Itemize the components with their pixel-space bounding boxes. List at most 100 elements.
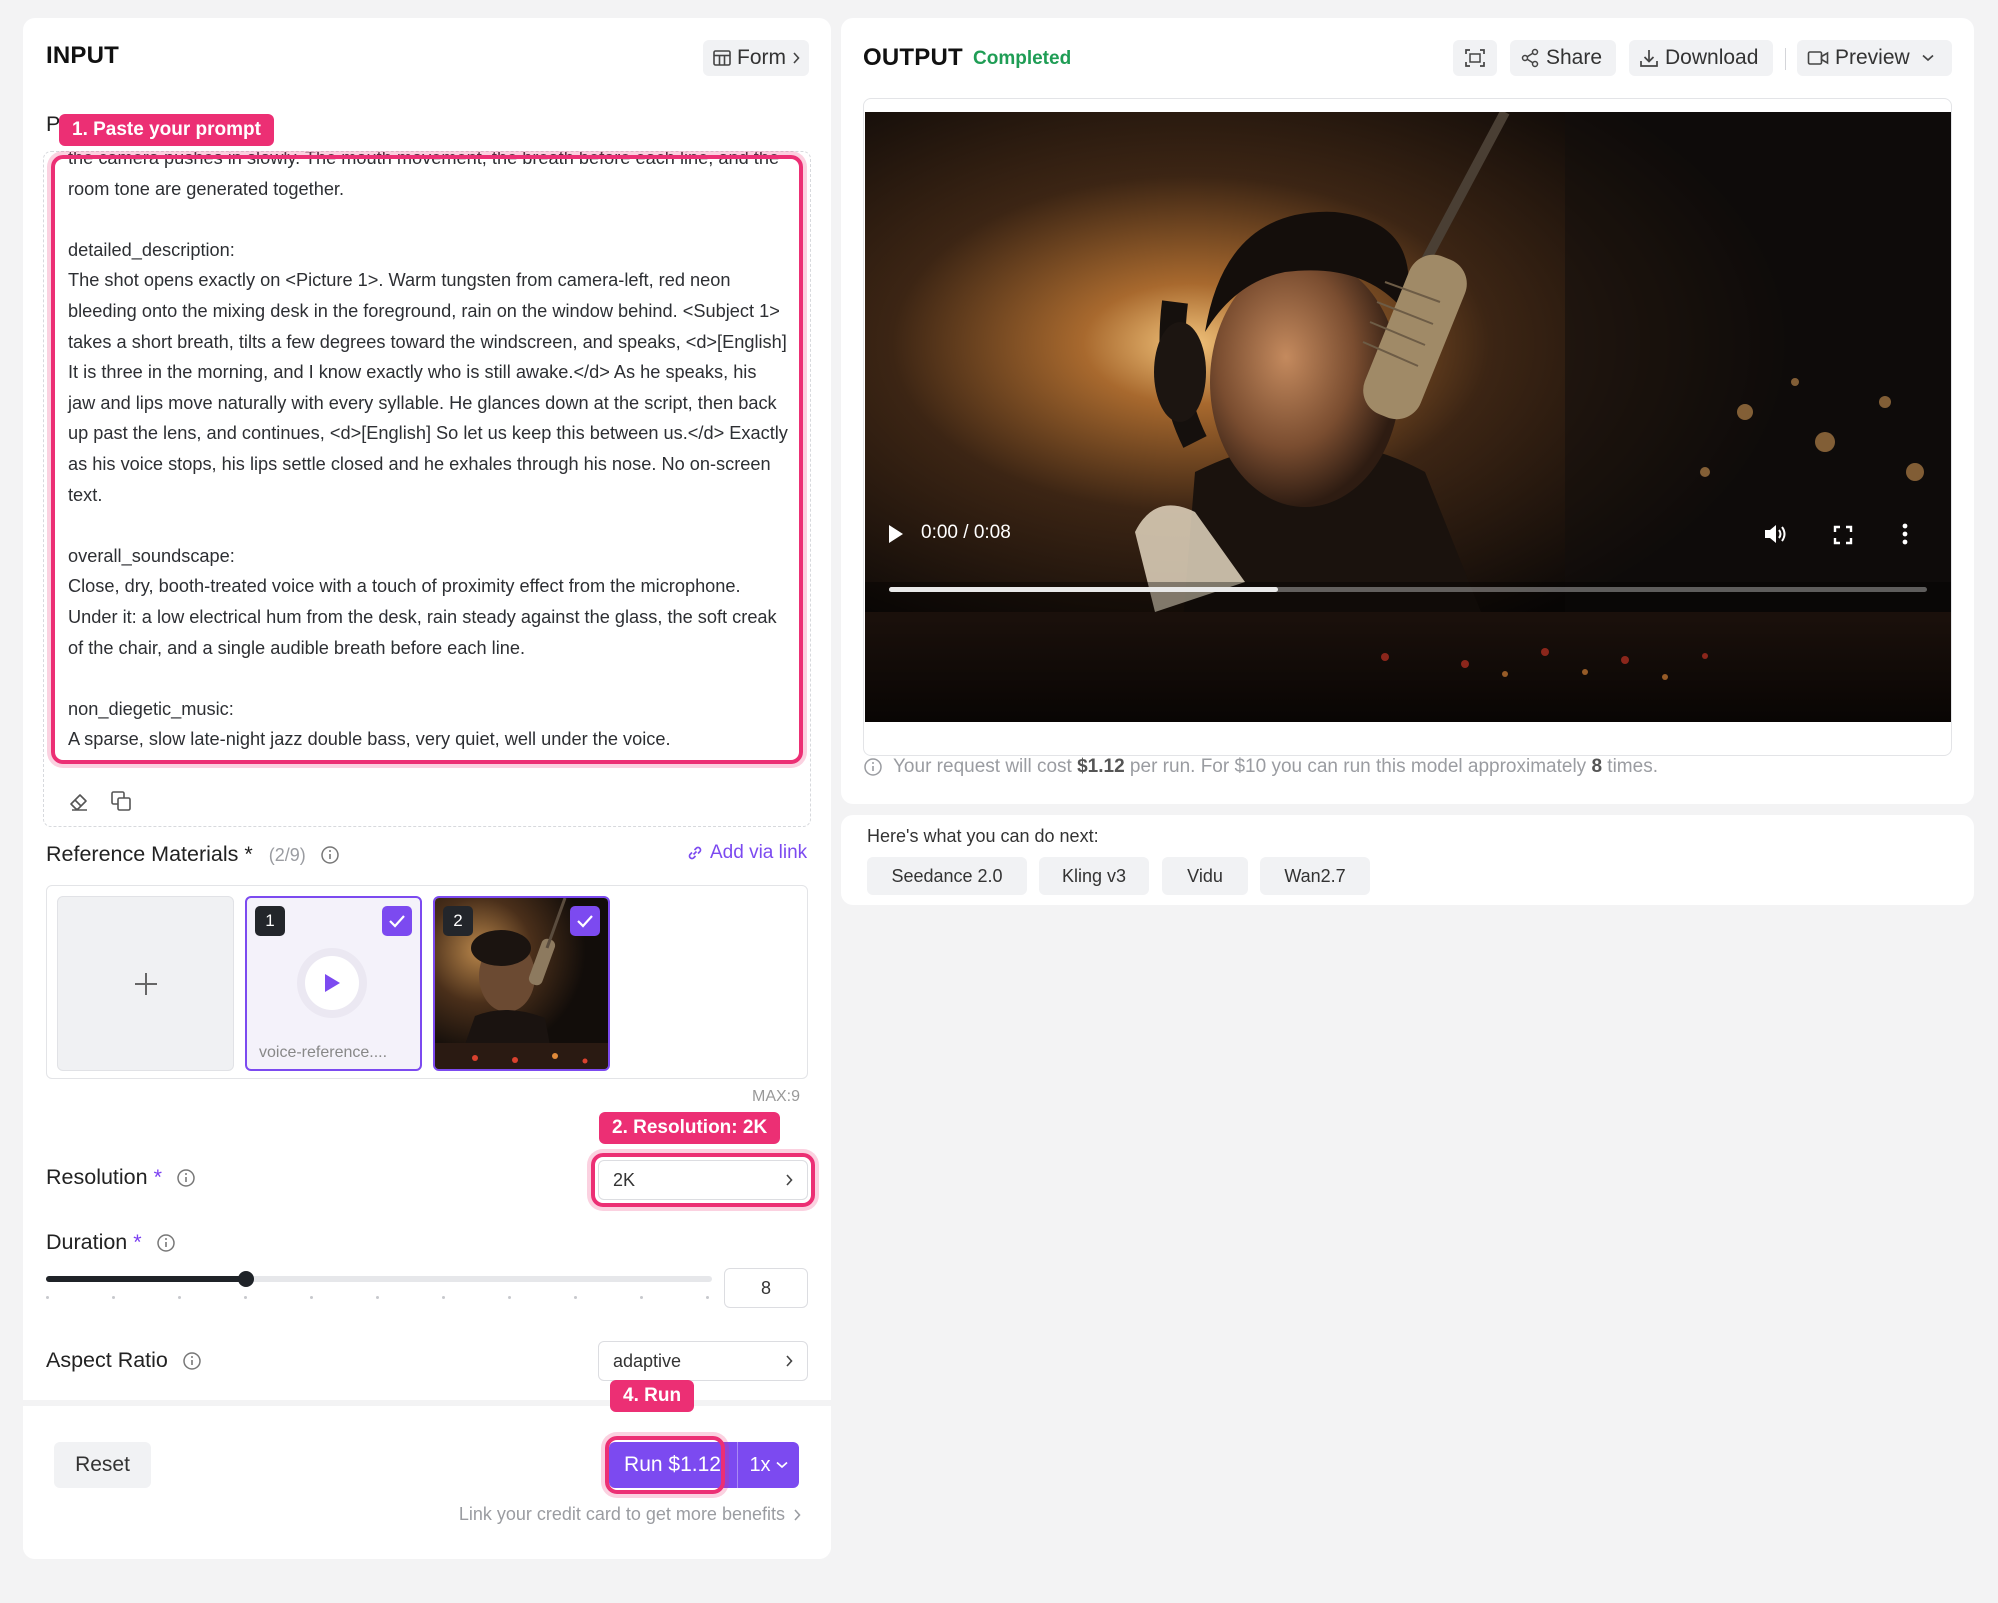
audio-thumbnail [297, 948, 367, 1018]
max-label: MAX:9 [752, 1088, 801, 1105]
reference-item-1[interactable]: 1 voice-reference.... [245, 896, 422, 1071]
slider-tick [46, 1296, 49, 1299]
info-icon[interactable] [320, 845, 340, 865]
download-button[interactable]: Download [1629, 40, 1773, 76]
resolution-label-text: Resolution [46, 1165, 148, 1189]
annotation-resolution: 2. Resolution: 2K [599, 1112, 781, 1144]
slider-tick [310, 1296, 313, 1299]
info-icon[interactable] [176, 1168, 196, 1188]
preview-dropdown[interactable]: Preview [1797, 40, 1952, 76]
credit-card-link-text: Link your credit card to get more benefi… [458, 1504, 785, 1524]
download-button-label: Download [1665, 46, 1759, 69]
check-icon[interactable] [570, 906, 600, 936]
duration-label: Duration * [46, 1230, 176, 1255]
duration-slider[interactable] [46, 1268, 712, 1308]
resolution-value: 2K [613, 1169, 636, 1190]
chevron-down-icon [775, 1461, 788, 1469]
cost-amount: $1.12 [1077, 756, 1125, 777]
chevron-right-icon [786, 1355, 793, 1367]
expand-icon [1465, 49, 1485, 67]
next-steps-panel: Here's what you can do next: Seedance 2.… [841, 815, 1974, 905]
download-icon [1640, 50, 1658, 67]
slider-tick [574, 1296, 577, 1299]
resolution-required: * [153, 1165, 162, 1189]
reference-item-2[interactable]: 2 [433, 896, 610, 1071]
cost-note: Your request will cost $1.12 per run. Fo… [863, 756, 1658, 778]
reference-label-text: Reference Materials [46, 842, 239, 866]
aspect-label-text: Aspect Ratio [46, 1348, 168, 1372]
cost-suffix: times. [1602, 756, 1658, 777]
chip-seedance[interactable]: Seedance 2.0 [867, 857, 1027, 895]
video-time: 0:00 / 0:08 [921, 522, 1011, 543]
form-button-label: Form [737, 46, 786, 69]
slider-tick [244, 1296, 247, 1299]
reference-item-number: 1 [255, 906, 285, 936]
more-vertical-icon[interactable] [1901, 523, 1909, 545]
video-camera-icon [1807, 51, 1829, 65]
slider-tick [508, 1296, 511, 1299]
copy-icon[interactable] [110, 790, 132, 812]
slider-tick [640, 1296, 643, 1299]
cost-count: 8 [1591, 756, 1603, 777]
fullscreen-button[interactable] [1453, 40, 1497, 76]
output-title: OUTPUT [863, 44, 963, 71]
reference-label: Reference Materials * (2/9) [46, 842, 340, 867]
reference-required: * [244, 842, 253, 866]
slider-tick [442, 1296, 445, 1299]
slider-thumb[interactable] [237, 1271, 254, 1287]
share-button[interactable]: Share [1510, 40, 1616, 76]
status-badge: Completed [973, 48, 1072, 69]
cost-middle: per run. For $10 you can run this model … [1124, 756, 1592, 777]
share-icon [1521, 48, 1539, 68]
resolution-select[interactable]: 2K [598, 1160, 808, 1200]
duration-value: 8 [760, 1277, 771, 1298]
prompt-textarea[interactable]: the camera pushes in slowly. The mouth m… [43, 151, 811, 827]
link-icon [688, 846, 702, 860]
reference-count: (2/9) [268, 845, 306, 865]
slider-tick [178, 1296, 181, 1299]
eraser-icon[interactable] [68, 790, 90, 812]
duration-input[interactable]: 8 [724, 1268, 808, 1308]
run-button[interactable]: Run $1.12 [609, 1442, 736, 1488]
credit-card-link[interactable]: Link your credit card to get more benefi… [459, 1504, 801, 1525]
check-icon[interactable] [382, 906, 412, 936]
multiplier-value: 1x [749, 1453, 771, 1476]
chevron-down-icon [1922, 54, 1934, 62]
chevron-right-icon [794, 1508, 801, 1521]
slider-tick [706, 1296, 709, 1299]
add-reference-button[interactable] [57, 896, 234, 1071]
share-button-label: Share [1546, 46, 1603, 69]
play-icon [325, 974, 340, 992]
run-group: Run $1.12 1x [609, 1442, 799, 1488]
reference-item-caption: voice-reference.... [259, 1044, 388, 1061]
chip-kling[interactable]: Kling v3 [1039, 857, 1149, 895]
add-via-link[interactable]: Add via link [686, 842, 807, 864]
info-icon[interactable] [182, 1351, 202, 1371]
video-player[interactable]: 0:00 / 0:08 [865, 112, 1951, 722]
form-button[interactable]: Form [703, 40, 809, 76]
info-icon[interactable] [156, 1233, 176, 1253]
multiplier-dropdown[interactable]: 1x [737, 1442, 799, 1488]
input-title: INPUT [46, 42, 119, 69]
plus-icon [134, 972, 157, 995]
add-via-link-label: Add via link [710, 842, 808, 863]
fullscreen-icon[interactable] [1833, 525, 1853, 545]
aspect-select[interactable]: adaptive [598, 1341, 808, 1381]
chevron-right-icon [793, 52, 800, 64]
duration-required: * [133, 1230, 142, 1254]
video-progress-track[interactable] [889, 587, 1927, 592]
annotation-run: 4. Run [610, 1380, 695, 1412]
video-frame: 0:00 / 0:08 [863, 98, 1952, 756]
chevron-right-icon [786, 1174, 793, 1186]
chip-wan[interactable]: Wan2.7 [1260, 857, 1370, 895]
chip-vidu[interactable]: Vidu [1162, 857, 1248, 895]
volume-icon[interactable] [1763, 522, 1789, 546]
play-icon[interactable] [887, 524, 905, 544]
input-panel: INPUT Form P 1. Paste your prompt the ca… [23, 18, 831, 1559]
prompt-text[interactable]: the camera pushes in slowly. The mouth m… [68, 152, 788, 755]
slider-tick [376, 1296, 379, 1299]
reference-materials-box: 1 voice-reference.... 2 [46, 885, 808, 1079]
next-steps-label: Here's what you can do next: [867, 826, 1099, 846]
reset-button[interactable]: Reset [54, 1442, 151, 1488]
preview-label: Preview [1835, 46, 1910, 69]
